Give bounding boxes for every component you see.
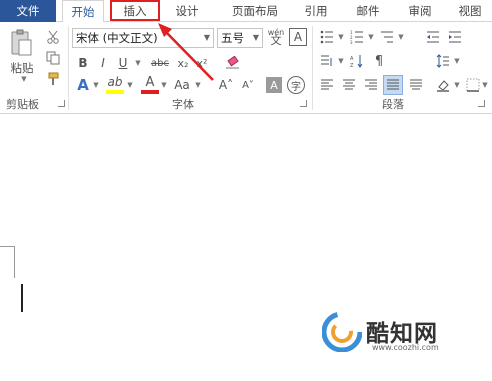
font-size-combo[interactable]: 五号 ▼ [217, 28, 263, 48]
superscript-button[interactable]: x² [193, 54, 211, 72]
font-name-combo[interactable]: 宋体 (中文正文) ▼ [72, 28, 214, 48]
decrease-indent-icon[interactable] [424, 28, 442, 46]
line-spacing-dropdown-icon[interactable]: ▼ [452, 52, 460, 70]
font-launcher-icon[interactable] [300, 100, 307, 107]
numbering-icon[interactable]: 123 [348, 28, 366, 46]
shading-icon[interactable] [434, 76, 452, 94]
borders-dropdown-icon[interactable]: ▼ [480, 76, 488, 94]
tab-insert[interactable]: 插入 [110, 0, 160, 21]
subscript-button[interactable]: x₂ [174, 54, 192, 72]
svg-text:Z: Z [350, 63, 354, 68]
margin-corner-mark [14, 246, 15, 278]
bullets-dropdown-icon[interactable]: ▼ [336, 28, 344, 46]
tab-references[interactable]: 引用 [298, 0, 334, 22]
underline-dropdown-icon[interactable]: ▼ [132, 54, 142, 72]
strikethrough-button[interactable]: abc [148, 54, 172, 72]
justify-icon[interactable] [383, 75, 403, 95]
tab-page-layout[interactable]: 页面布局 [222, 0, 288, 22]
tab-review[interactable]: 审阅 [402, 0, 438, 22]
ribbon-home: 粘贴 ▼ 剪贴板 宋体 (中文正文) ▼ 五号 ▼ wén 文 A B I U ▼… [0, 22, 492, 114]
separator [312, 26, 313, 110]
ribbon-tab-bar: 文件 开始 插入 设计 页面布局 引用 邮件 审阅 视图 [0, 0, 492, 23]
char-border-button[interactable]: A [289, 28, 307, 46]
phonetic-guide-button[interactable]: wén 文 [266, 27, 286, 47]
paste-button[interactable] [8, 28, 34, 58]
format-painter-icon[interactable] [44, 70, 62, 88]
font-size-value: 五号 [221, 31, 244, 45]
highlight-dropdown-icon[interactable]: ▼ [124, 76, 134, 94]
font-color-dropdown-icon[interactable]: ▼ [158, 76, 168, 94]
distributed-icon[interactable] [407, 76, 425, 94]
font-name-value: 宋体 (中文正文) [76, 31, 158, 45]
paste-dropdown-icon[interactable]: ▼ [16, 74, 30, 84]
bold-button[interactable]: B [74, 54, 92, 72]
tab-mailings[interactable]: 邮件 [350, 0, 386, 22]
multilevel-list-icon[interactable] [378, 28, 396, 46]
highlight-color-bar [106, 90, 124, 94]
italic-button[interactable]: I [94, 54, 112, 72]
highlight-button[interactable]: ab [106, 74, 124, 90]
multilevel-dropdown-icon[interactable]: ▼ [396, 28, 404, 46]
paste-icon [11, 29, 32, 56]
shrink-font-button[interactable]: A˅ [239, 76, 257, 94]
watermark-url: www.coozhi.com [372, 343, 439, 352]
copy-icon[interactable] [44, 49, 62, 67]
shading-dropdown-icon[interactable]: ▼ [452, 76, 460, 94]
svg-text:A: A [350, 56, 354, 62]
clipboard-launcher-icon[interactable] [58, 100, 65, 107]
margin-corner-mark [0, 246, 14, 247]
chinese-layout-icon[interactable] [318, 52, 336, 70]
clear-formatting-icon[interactable] [224, 54, 242, 72]
tab-design[interactable]: 设计 [167, 0, 207, 22]
paragraph-launcher-icon[interactable] [478, 100, 485, 107]
increase-indent-icon[interactable] [446, 28, 464, 46]
font-color-bar [141, 90, 159, 94]
char-shading-button[interactable]: A [266, 77, 282, 93]
cut-icon[interactable] [44, 28, 62, 46]
bullets-icon[interactable] [318, 28, 336, 46]
enclose-char-button[interactable]: 字 [287, 76, 305, 94]
align-left-icon[interactable] [318, 76, 336, 94]
separator [68, 26, 69, 110]
paragraph-group-label: 段落 [382, 98, 404, 111]
change-case-dropdown-icon[interactable]: ▼ [192, 76, 202, 94]
tab-home[interactable]: 开始 [62, 0, 104, 23]
font-group-label: 字体 [172, 98, 194, 111]
svg-text:3: 3 [350, 40, 353, 44]
change-case-button[interactable]: Aa [172, 76, 192, 94]
grow-font-button[interactable]: A˄ [217, 76, 235, 94]
clipboard-group-label: 剪贴板 [6, 98, 39, 111]
numbering-dropdown-icon[interactable]: ▼ [366, 28, 374, 46]
text-cursor [21, 284, 23, 312]
chevron-down-icon[interactable]: ▼ [253, 29, 259, 47]
chevron-down-icon[interactable]: ▼ [204, 29, 210, 47]
show-paragraph-marks-icon[interactable]: ¶ [370, 52, 388, 70]
align-right-icon[interactable] [362, 76, 380, 94]
underline-button[interactable]: U [114, 54, 132, 72]
sort-icon[interactable]: AZ [348, 52, 366, 70]
chinese-layout-dropdown-icon[interactable]: ▼ [336, 52, 344, 70]
text-effects-dropdown-icon[interactable]: ▼ [90, 76, 100, 94]
align-center-icon[interactable] [340, 76, 358, 94]
watermark-logo-icon [322, 312, 362, 352]
tab-view[interactable]: 视图 [452, 0, 488, 22]
tab-file[interactable]: 文件 [0, 0, 56, 22]
line-spacing-icon[interactable] [434, 52, 452, 70]
font-color-button[interactable]: A [142, 74, 158, 90]
